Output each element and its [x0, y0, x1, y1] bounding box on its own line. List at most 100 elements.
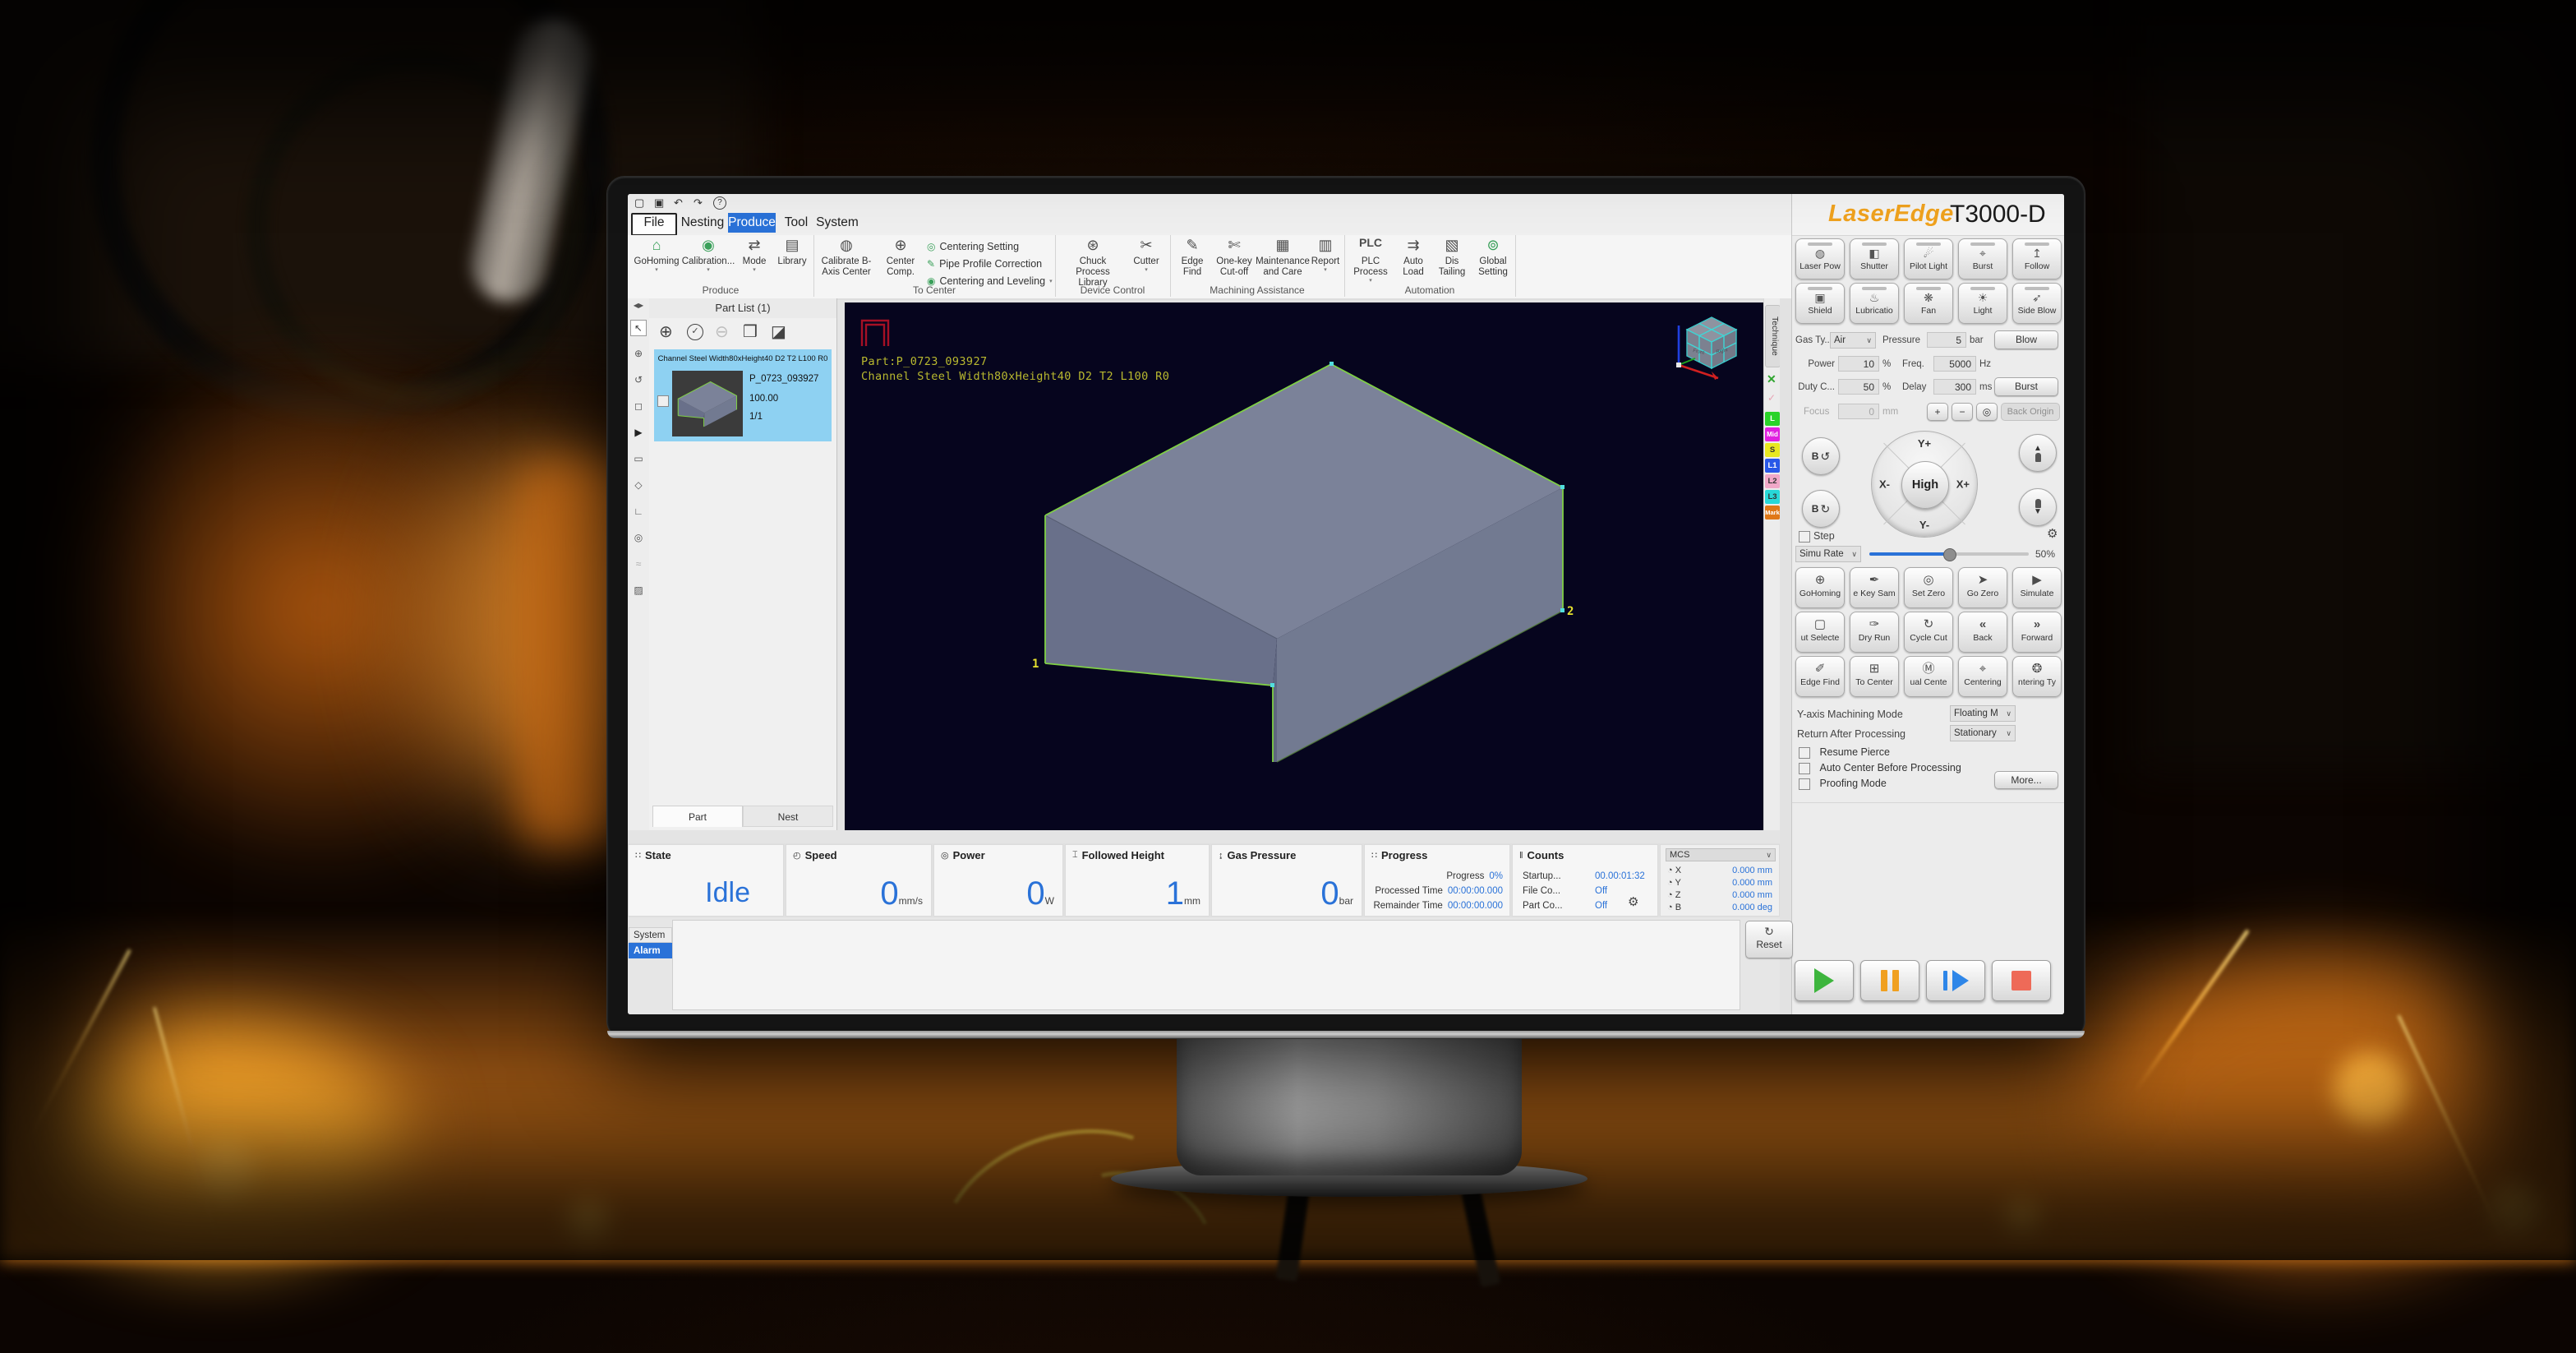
fan-toggle[interactable]: ❋Fan: [1904, 283, 1953, 324]
dry-run-button[interactable]: ✑Dry Run: [1850, 612, 1899, 653]
proofing-mode-checkbox[interactable]: [1799, 778, 1810, 790]
gohoming-panel-button[interactable]: ⊕GoHoming: [1795, 567, 1845, 608]
help-icon[interactable]: ?: [713, 196, 726, 210]
edge-find-button[interactable]: ✎ Edge Find: [1173, 237, 1211, 278]
power-field[interactable]: 10: [1838, 356, 1879, 372]
library-button[interactable]: ▤ Library: [774, 237, 810, 267]
menu-file[interactable]: File: [631, 213, 677, 236]
select-all-parts-icon[interactable]: ✓: [687, 324, 703, 340]
centering-type-button[interactable]: ❂ntering Ty: [2012, 656, 2062, 697]
jog-x-plus[interactable]: X+: [1956, 478, 1970, 491]
forward-button[interactable]: »Forward: [2012, 612, 2062, 653]
save-icon[interactable]: ▣: [654, 196, 664, 209]
tube-tool-icon[interactable]: ≈: [628, 558, 649, 570]
centering-button[interactable]: ⌖Centering: [1958, 656, 2007, 697]
erase-part-icon[interactable]: ◪: [771, 321, 786, 342]
pause-button[interactable]: [1860, 960, 1919, 1001]
step-checkbox[interactable]: [1799, 531, 1810, 543]
layer-chip-mid[interactable]: Mid: [1765, 427, 1780, 441]
layer-chip-s[interactable]: S: [1765, 443, 1780, 457]
chuck-process-library-button[interactable]: ⊛ Chuck Process Library: [1062, 237, 1124, 289]
jog-y-minus[interactable]: Y-: [1919, 519, 1929, 531]
rotate-view-icon[interactable]: ↺: [628, 374, 649, 386]
counts-gear-icon[interactable]: ⚙: [1628, 894, 1638, 909]
simulate-button[interactable]: ▶Simulate: [2012, 567, 2062, 608]
collapse-panel-icon[interactable]: ◀▶: [628, 302, 649, 309]
view-3d-icon[interactable]: ◇: [628, 479, 649, 491]
global-setting-button[interactable]: ⊚ Global Setting: [1472, 237, 1514, 278]
return-mode-select[interactable]: Stationary ∨: [1950, 725, 2016, 741]
fit-view-icon[interactable]: ◻: [628, 400, 649, 412]
back-button[interactable]: «Back: [1958, 612, 2007, 653]
viewport-3d[interactable]: Part:P_0723_093927 Channel Steel Width80…: [845, 302, 1763, 830]
measure-tool-icon[interactable]: ▭: [628, 453, 649, 464]
focus-center-button[interactable]: ◎: [1976, 403, 1998, 421]
burst-toggle[interactable]: ⌖Burst: [1958, 238, 2007, 279]
pipe-profile-correction-button[interactable]: ✎ Pipe Profile Correction: [927, 255, 1052, 272]
follow-toggle[interactable]: ↥Follow: [2012, 238, 2062, 279]
tab-nest[interactable]: Nest: [743, 806, 833, 827]
focus-field[interactable]: 0: [1838, 404, 1879, 419]
plc-process-button[interactable]: PLC PLC Process ▾: [1348, 237, 1394, 283]
select-tool-icon[interactable]: ↖: [630, 320, 647, 336]
part-checkbox[interactable]: [657, 395, 669, 407]
z-down-button[interactable]: ▼: [2019, 488, 2057, 526]
lubricate-toggle[interactable]: ♨Lubricatio: [1850, 283, 1899, 324]
gohoming-button[interactable]: ⌂ GoHoming ▾: [633, 237, 680, 272]
focus-plus-button[interactable]: +: [1927, 403, 1948, 421]
cut-selected-button[interactable]: ▢ut Selecte: [1795, 612, 1845, 653]
menu-system[interactable]: System: [815, 213, 859, 233]
resume-pierce-checkbox[interactable]: [1799, 747, 1810, 759]
focus-minus-button[interactable]: −: [1952, 403, 1973, 421]
mode-button[interactable]: ⇄ Mode ▾: [736, 237, 772, 272]
redo-icon[interactable]: ↷: [694, 196, 703, 209]
back-origin-button[interactable]: Back Origin: [2001, 403, 2060, 421]
new-file-icon[interactable]: ▢: [634, 196, 644, 209]
tab-part[interactable]: Part: [652, 806, 743, 827]
apply-icon[interactable]: ✓: [1767, 392, 1776, 404]
coordinate-system-select[interactable]: MCS ∨: [1666, 848, 1776, 861]
y-axis-mode-select[interactable]: Floating M ∨: [1950, 705, 2016, 722]
duty-field[interactable]: 50: [1838, 379, 1879, 395]
centering-setting-button[interactable]: ◎ Centering Setting: [927, 238, 1052, 255]
z-up-button[interactable]: ▲: [2019, 434, 2057, 472]
cutter-button[interactable]: ✂ Cutter ▾: [1127, 237, 1165, 272]
delay-field[interactable]: 300: [1933, 379, 1976, 395]
log-content[interactable]: [672, 920, 1740, 1010]
stop-button[interactable]: [1992, 960, 2051, 1001]
remove-part-icon[interactable]: ⊖: [715, 321, 729, 342]
add-part-icon[interactable]: ⊕: [659, 321, 673, 342]
report-button[interactable]: ▥ Report ▾: [1308, 237, 1343, 272]
cursor-tool-icon[interactable]: ▶: [628, 427, 649, 438]
profile-tool-icon[interactable]: ∟: [628, 506, 649, 517]
shield-toggle[interactable]: ▣Shield: [1795, 283, 1845, 324]
laser-power-toggle[interactable]: ◍Laser Pow: [1795, 238, 1845, 279]
blow-button[interactable]: Blow: [1994, 330, 2058, 349]
tab-system[interactable]: System: [629, 927, 672, 943]
one-key-cutoff-button[interactable]: ✄ One-key Cut-off: [1213, 237, 1256, 278]
close-icon[interactable]: ✕: [1767, 372, 1776, 386]
set-zero-button[interactable]: ◎Set Zero: [1904, 567, 1953, 608]
part-view-icon[interactable]: ❒: [743, 321, 758, 342]
gas-type-select[interactable]: Air ∨: [1830, 332, 1876, 349]
one-key-sample-button[interactable]: ✒e Key Sam: [1850, 567, 1899, 608]
simu-rate-select[interactable]: Simu Rate ∨: [1795, 546, 1861, 562]
slider-thumb[interactable]: [1943, 548, 1956, 561]
layer-chip-l3[interactable]: L3: [1765, 490, 1780, 504]
material-tool-icon[interactable]: ▨: [628, 584, 649, 596]
pan-tool-icon[interactable]: ⊕: [628, 348, 649, 359]
jog-x-minus[interactable]: X-: [1879, 478, 1890, 491]
reset-button[interactable]: ↻ Reset: [1745, 921, 1793, 958]
tab-technique[interactable]: Technique: [1765, 305, 1781, 367]
tab-alarm[interactable]: Alarm: [629, 943, 672, 958]
undo-icon[interactable]: ↶: [674, 196, 683, 209]
menu-tool[interactable]: Tool: [779, 213, 813, 233]
freq-field[interactable]: 5000: [1933, 356, 1976, 372]
center-comp-button[interactable]: ⊕ Center Comp.: [878, 237, 924, 278]
pilot-light-toggle[interactable]: ☄Pilot Light: [1904, 238, 1953, 279]
go-zero-button[interactable]: ➤Go Zero: [1958, 567, 2007, 608]
burst-button[interactable]: Burst: [1994, 377, 2058, 396]
part-list-item[interactable]: Channel Steel Width80xHeight40 D2 T2 L10…: [654, 349, 832, 441]
layer-chip-l[interactable]: L: [1765, 412, 1780, 426]
b-axis-cw-button[interactable]: B ↻: [1802, 490, 1840, 528]
